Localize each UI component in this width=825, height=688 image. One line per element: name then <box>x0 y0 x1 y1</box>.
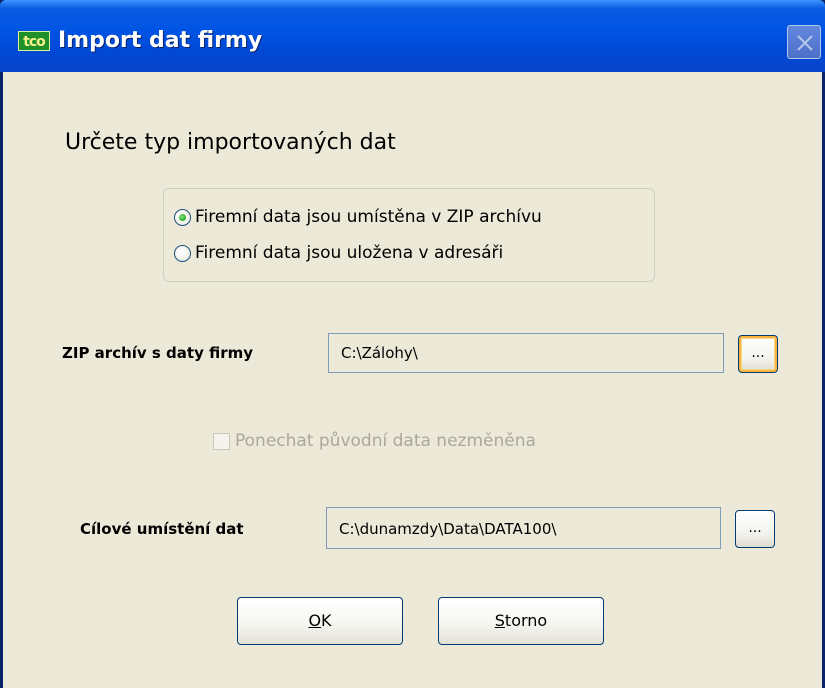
radio-zip-archive[interactable]: Firemní data jsou umístěna v ZIP archívu <box>174 204 542 230</box>
ok-button-mnemonic: O <box>308 611 322 630</box>
keep-original-checkbox-row[interactable]: Ponechat původní data nezměněna <box>213 428 536 454</box>
ok-button-label: K <box>321 611 332 630</box>
ok-button[interactable]: OK <box>237 597 403 645</box>
close-button[interactable] <box>787 25 821 59</box>
radio-directory-label: Firemní data jsou uložena v adresáři <box>195 243 504 263</box>
close-icon <box>797 35 813 51</box>
target-location-label: Cílové umístění dat <box>80 520 244 538</box>
window-title: Import dat firmy <box>58 28 263 53</box>
target-location-input[interactable]: C:\dunamzdy\Data\DATA100\ <box>326 507 721 549</box>
cancel-button-label: torno <box>504 611 548 630</box>
dialog-body <box>3 72 822 688</box>
keep-original-checkbox[interactable] <box>213 432 230 450</box>
radio-selected-dot <box>179 213 186 221</box>
cancel-button[interactable]: Storno <box>438 597 604 645</box>
zip-archive-label: ZIP archív s daty firmy <box>62 344 254 362</box>
zip-archive-input[interactable]: C:\Zálohy\ <box>328 333 724 373</box>
keep-original-label: Ponechat původní data nezměněna <box>235 431 536 451</box>
radio-button-icon[interactable] <box>174 244 191 262</box>
title-bar[interactable]: tco Import dat firmy <box>0 0 825 72</box>
cancel-button-mnemonic: S <box>494 611 505 630</box>
dialog-heading: Určete typ importovaných dat <box>65 130 396 155</box>
source-type-group: Firemní data jsou umístěna v ZIP archívu… <box>163 188 655 282</box>
target-browse-button[interactable]: ... <box>735 510 775 548</box>
app-icon: tco <box>18 31 50 51</box>
radio-zip-archive-label: Firemní data jsou umístěna v ZIP archívu <box>195 207 542 227</box>
zip-browse-button[interactable]: ... <box>738 335 778 373</box>
radio-directory[interactable]: Firemní data jsou uložena v adresáři <box>174 240 503 266</box>
radio-button-icon[interactable] <box>174 208 191 226</box>
